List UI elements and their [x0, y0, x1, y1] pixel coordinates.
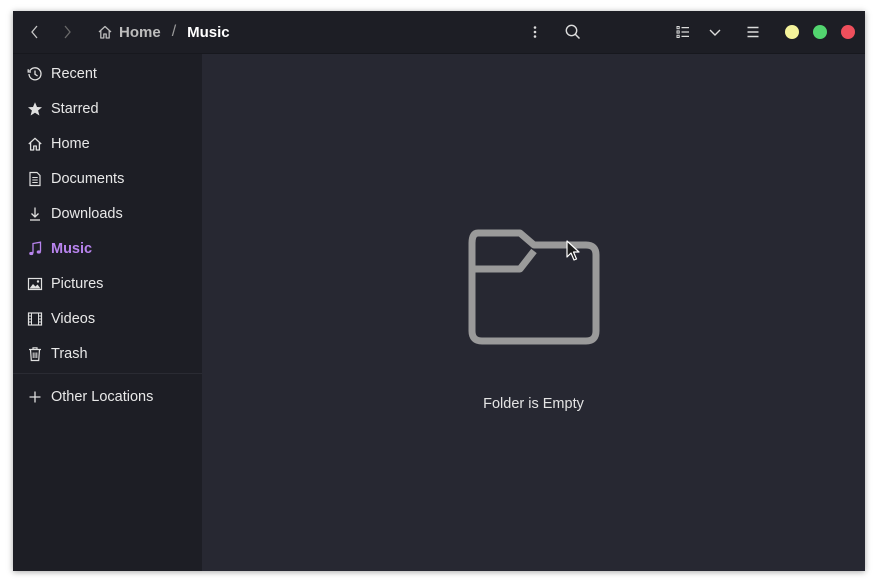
- sidebar-item-label: Trash: [51, 345, 88, 362]
- forward-button[interactable]: [53, 18, 81, 46]
- clock-icon: [26, 65, 44, 83]
- file-view[interactable]: Folder is Empty: [202, 54, 865, 571]
- breadcrumb-home-label: Home: [119, 23, 161, 41]
- list-view-button[interactable]: [669, 18, 697, 46]
- list-view-icon: [676, 26, 689, 39]
- minimize-button[interactable]: [785, 25, 799, 39]
- download-icon: [26, 205, 44, 223]
- sidebar: Recent Starred Home Documents Downloads …: [13, 54, 202, 571]
- vertical-dots-icon: [533, 26, 537, 38]
- sidebar-item-label: Documents: [51, 170, 125, 187]
- main-menu-button[interactable]: [739, 18, 767, 46]
- chevron-left-icon: [31, 25, 38, 39]
- breadcrumb-home[interactable]: Home: [97, 24, 161, 41]
- mouse-pointer-icon: [566, 240, 580, 261]
- maximize-button[interactable]: [813, 25, 827, 39]
- header-bar: Home / Music: [13, 11, 865, 54]
- plus-icon: [26, 388, 44, 406]
- sidebar-item-label: Recent: [51, 65, 97, 82]
- close-button[interactable]: [841, 25, 855, 39]
- home-icon: [98, 25, 112, 39]
- sidebar-item-other-locations[interactable]: Other Locations: [13, 379, 202, 414]
- sidebar-item-label: Downloads: [51, 205, 123, 222]
- empty-folder-label: Folder is Empty: [483, 396, 584, 412]
- chevron-right-icon: [64, 25, 71, 39]
- sidebar-item-label: Pictures: [51, 275, 104, 292]
- chevron-down-icon: [709, 29, 721, 36]
- trash-icon: [26, 345, 44, 363]
- sidebar-item-downloads[interactable]: Downloads: [13, 196, 202, 231]
- sidebar-item-trash[interactable]: Trash: [13, 336, 202, 371]
- sidebar-item-pictures[interactable]: Pictures: [13, 266, 202, 301]
- breadcrumb-current[interactable]: Music: [187, 24, 230, 41]
- folder-icon: [468, 229, 600, 345]
- sidebar-item-label: Videos: [51, 310, 96, 327]
- sidebar-item-label: Music: [51, 240, 93, 257]
- sidebar-item-starred[interactable]: Starred: [13, 91, 202, 126]
- sidebar-item-videos[interactable]: Videos: [13, 301, 202, 336]
- sidebar-divider: [13, 373, 202, 374]
- music-note-icon: [26, 240, 44, 258]
- sidebar-item-label: Other Locations: [51, 388, 154, 405]
- view-options-button[interactable]: [701, 18, 729, 46]
- star-icon: [26, 100, 44, 118]
- breadcrumb-separator: /: [171, 23, 177, 40]
- sidebar-item-label: Home: [51, 135, 90, 152]
- search-icon: [565, 24, 581, 40]
- file-manager-window: Home / Music Recent Starred Home Documen…: [13, 11, 865, 571]
- sidebar-item-recent[interactable]: Recent: [13, 56, 202, 91]
- sidebar-item-home[interactable]: Home: [13, 126, 202, 161]
- picture-icon: [26, 275, 44, 293]
- film-icon: [26, 310, 44, 328]
- document-icon: [26, 170, 44, 188]
- sidebar-item-music[interactable]: Music: [13, 231, 202, 266]
- hamburger-menu-icon: [747, 26, 759, 38]
- sidebar-item-documents[interactable]: Documents: [13, 161, 202, 196]
- back-button[interactable]: [21, 18, 49, 46]
- sidebar-item-label: Starred: [51, 100, 99, 117]
- home-icon: [26, 135, 44, 153]
- breadcrumb: Home / Music: [97, 11, 230, 53]
- search-button[interactable]: [559, 18, 587, 46]
- more-options-button[interactable]: [521, 18, 549, 46]
